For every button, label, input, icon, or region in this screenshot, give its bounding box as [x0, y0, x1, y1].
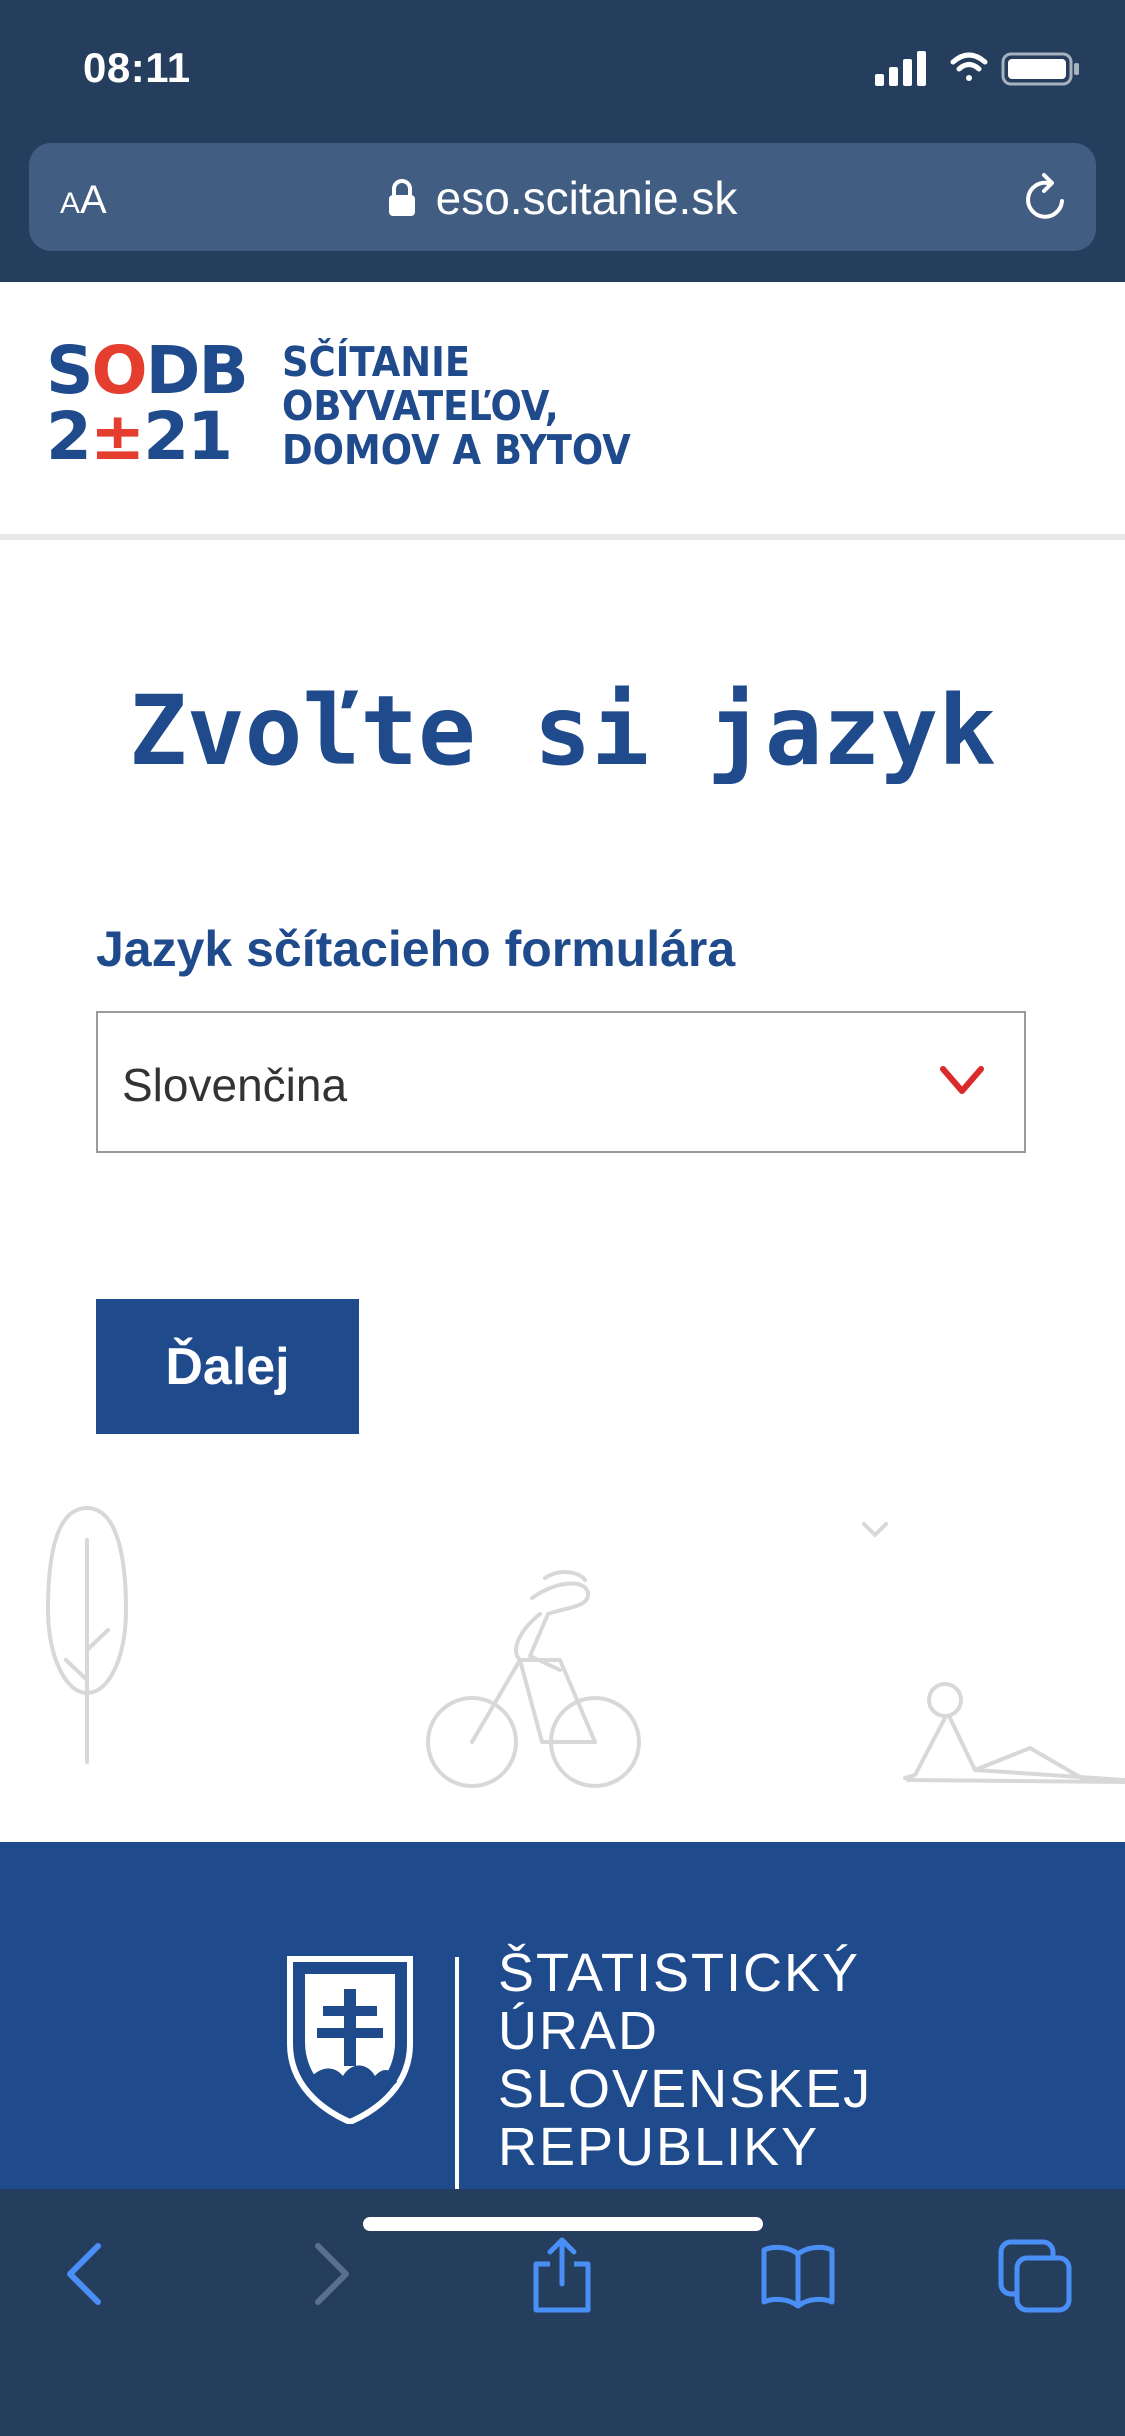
coat-of-arms-icon [287, 1956, 413, 2124]
wifi-icon [950, 52, 988, 81]
url-text: eso.scitanie.sk [435, 172, 738, 224]
census-title: SČÍTANIE OBYVATEĽOV, DOMOV A BYTOV [282, 338, 631, 474]
home-indicator[interactable] [363, 2217, 763, 2231]
cyclist-icon [426, 1570, 641, 1788]
statistical-office-name[interactable]: ŠTATISTICKÝ ÚRAD SLOVENSKEJ REPUBLIKY [498, 1944, 872, 2176]
status-icons [875, 51, 1079, 86]
battery-icon [1001, 52, 1079, 86]
status-time: 08:11 [83, 44, 191, 91]
chevron-small-icon [862, 1522, 888, 1537]
tabs-icon[interactable] [995, 2234, 1075, 2314]
address-bar[interactable]: AA eso.scitanie.sk [29, 143, 1096, 251]
chevron-down-icon [940, 1066, 984, 1094]
tree-icon [46, 1506, 128, 1764]
reclining-person-icon [903, 1682, 1125, 1784]
browser-top-chrome: 08:11 AA eso.scitanie.sk [0, 0, 1125, 282]
share-icon[interactable] [522, 2234, 602, 2314]
next-button[interactable]: Ďalej [96, 1299, 359, 1434]
selected-language: Slovenčina [122, 1059, 348, 1111]
signal-icon [875, 51, 926, 86]
reload-icon[interactable] [1018, 171, 1074, 227]
sodb-logo[interactable]: SODB 2±21 [46, 338, 249, 478]
footer-divider [455, 1957, 459, 2189]
forward-icon[interactable] [288, 2234, 368, 2314]
back-icon[interactable] [48, 2234, 128, 2314]
page-title: Zvoľte si jazyk [129, 675, 996, 787]
language-field-label: Jazyk sčítacieho formulára [96, 921, 736, 977]
site-footer: ŠTATISTICKÝ ÚRAD SLOVENSKEJ REPUBLIKY [0, 1842, 1125, 2189]
site-header: SODB 2±21 SČÍTANIE OBYVATEĽOV, DOMOV A B… [0, 282, 1125, 540]
bookmarks-icon[interactable] [758, 2234, 838, 2314]
language-select[interactable]: Slovenčina [96, 1011, 1026, 1153]
decorative-illustration [46, 1506, 1125, 1788]
url-display[interactable]: eso.scitanie.sk [29, 171, 1096, 225]
lock-icon [388, 178, 415, 216]
